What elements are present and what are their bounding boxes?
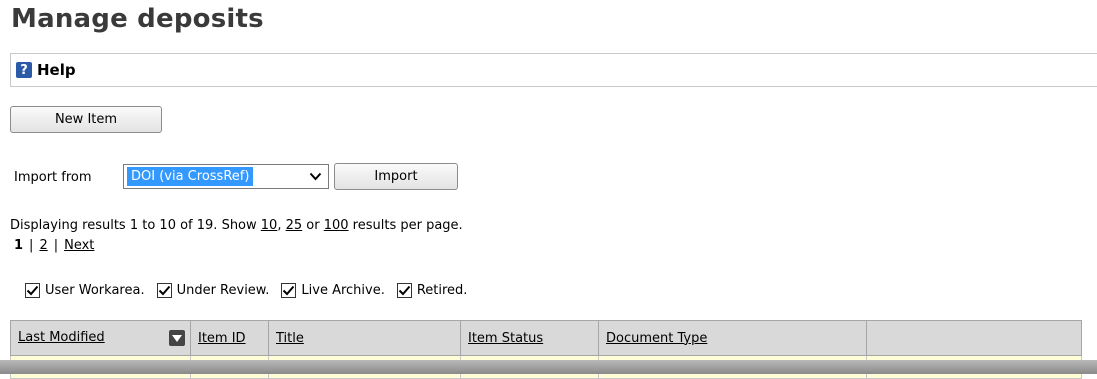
column-header-last-modified[interactable]: Last Modified <box>10 320 191 356</box>
column-header-item-status[interactable]: Item Status <box>460 320 599 356</box>
checkbox-checked-icon[interactable] <box>281 283 297 298</box>
help-icon: ? <box>16 62 32 78</box>
results-summary-prefix: Displaying results 1 to 10 of 19. Show <box>10 218 261 233</box>
sort-item-status-link[interactable]: Item Status <box>468 331 543 346</box>
filter-label: Live Archive. <box>301 283 385 298</box>
results-summary-suffix: results per page. <box>348 218 463 233</box>
checkbox-checked-icon[interactable] <box>156 283 172 298</box>
help-label: Help <box>37 61 76 79</box>
checkbox-checked-icon[interactable] <box>396 283 412 298</box>
checkbox-checked-icon[interactable] <box>25 283 40 298</box>
page-size-25-link[interactable]: 25 <box>286 218 303 233</box>
pagination: 1 | 2 | Next <box>14 238 94 253</box>
import-button[interactable]: Import <box>334 163 458 190</box>
page-2-link[interactable]: 2 <box>39 238 47 253</box>
results-comma: , <box>277 218 286 233</box>
column-header-document-type[interactable]: Document Type <box>598 320 867 356</box>
sort-document-type-link[interactable]: Document Type <box>606 331 707 346</box>
chevron-down-icon[interactable] <box>302 165 328 188</box>
pagination-separator: | <box>53 238 59 253</box>
filter-under-review[interactable]: Under Review. <box>156 283 270 298</box>
sort-descending-icon[interactable] <box>169 330 185 346</box>
filter-live-archive[interactable]: Live Archive. <box>281 283 385 298</box>
pagination-separator: | <box>29 238 34 253</box>
filter-label: User Workarea. <box>45 283 145 298</box>
sort-title-link[interactable]: Title <box>276 331 304 346</box>
current-page: 1 <box>14 238 24 253</box>
results-summary: Displaying results 1 to 10 of 19. Show 1… <box>10 218 463 233</box>
help-section-toggle[interactable]: ? Help <box>10 53 1097 87</box>
page-size-100-link[interactable]: 100 <box>324 218 349 233</box>
results-or: or <box>302 218 324 233</box>
import-source-select[interactable]: DOI (via CrossRef) <box>123 164 329 189</box>
window-bottom-edge <box>0 360 1097 374</box>
status-filters: User Workarea. Under Review. Live Archiv… <box>25 283 479 298</box>
import-source-selected-value: DOI (via CrossRef) <box>127 167 254 186</box>
column-header-item-id[interactable]: Item ID <box>190 320 269 356</box>
table-header-row: Last Modified Item ID Title Item Status … <box>10 320 1082 356</box>
filter-retired[interactable]: Retired. <box>396 283 468 298</box>
new-item-button[interactable]: New Item <box>10 106 162 133</box>
sort-item-id-link[interactable]: Item ID <box>198 331 246 346</box>
next-page-link[interactable]: Next <box>64 238 94 253</box>
filter-label: Retired. <box>416 283 468 298</box>
page-title: Manage deposits <box>11 4 264 34</box>
filter-user-workarea[interactable]: User Workarea. <box>25 283 145 298</box>
column-header-title[interactable]: Title <box>268 320 461 356</box>
page-size-10-link[interactable]: 10 <box>261 218 278 233</box>
import-from-label: Import from <box>14 170 92 185</box>
column-header-actions <box>866 320 1082 356</box>
filter-label: Under Review. <box>176 283 270 298</box>
sort-last-modified-link[interactable]: Last Modified <box>18 330 105 345</box>
